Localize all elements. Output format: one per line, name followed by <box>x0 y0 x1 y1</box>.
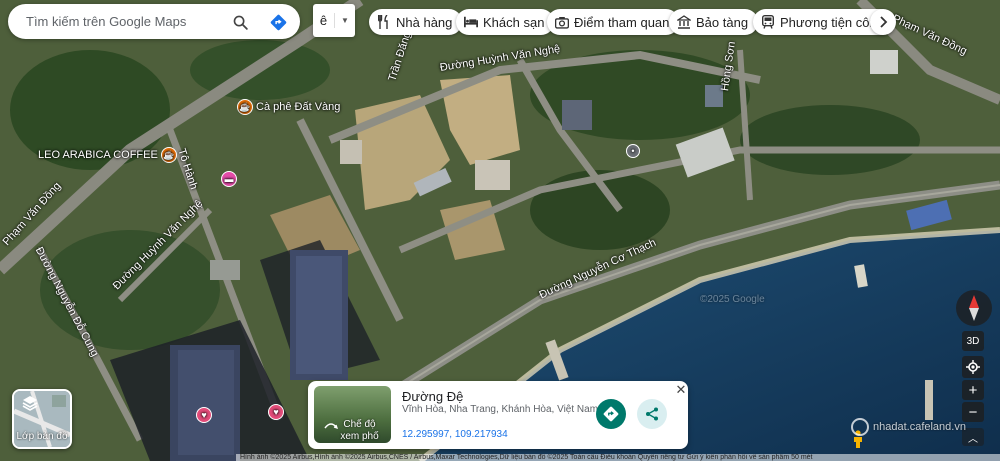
chip-label: Bảo tàng <box>696 14 749 30</box>
chip-label: Khách sạn <box>483 14 545 30</box>
view-3d-button[interactable]: 3D <box>962 331 984 351</box>
bed-icon <box>464 15 478 29</box>
coffee-icon: ☕ <box>160 147 177 163</box>
layers-icon <box>22 395 38 416</box>
chip-label: Điểm tham quan <box>574 14 670 30</box>
fork-knife-icon <box>377 15 391 29</box>
share-icon <box>646 407 658 421</box>
zoom-in-button[interactable]: + <box>962 380 984 400</box>
chevron-down-icon[interactable]: ▼ <box>335 16 355 25</box>
camera-icon <box>555 15 569 29</box>
street-view-label: Chế độ xem phố <box>314 419 391 443</box>
attribution-bar: Hình ảnh ©2025 Airbus,Hình ảnh ©2025 Air… <box>236 454 1000 461</box>
layers-label: Lớp bản đồ <box>16 431 68 442</box>
share-button[interactable] <box>637 399 667 429</box>
layers-button[interactable]: Lớp bản đồ <box>12 389 72 449</box>
search-input[interactable] <box>26 14 216 29</box>
input-tools-button[interactable]: ê ▼ <box>313 4 355 37</box>
heart-icon: ♥ <box>196 407 212 423</box>
poi-place-pin[interactable]: • <box>626 144 640 158</box>
directions-button[interactable] <box>596 399 626 429</box>
poi-heart-2[interactable]: ♥ <box>268 404 284 420</box>
directions-icon[interactable] <box>268 12 288 32</box>
street-view-label-line2: xem phố <box>340 431 379 442</box>
poi-heart-1[interactable]: ♥ <box>196 407 212 423</box>
search-icon[interactable] <box>230 12 250 32</box>
imagery-watermark: ©2025 Google <box>700 294 765 305</box>
location-pin-icon: • <box>626 144 640 158</box>
museum-icon <box>677 15 691 29</box>
chip-restaurants[interactable]: Nhà hàng <box>369 9 463 35</box>
transit-icon <box>761 15 775 29</box>
poi-label: LEO ARABICA COFFEE <box>38 149 158 161</box>
input-tools-letter: ê <box>313 13 335 28</box>
chip-label: Nhà hàng <box>396 14 453 30</box>
bed-icon: ▬ <box>221 171 237 187</box>
poi-leo-arabica[interactable]: LEO ARABICA COFFEE ☕ <box>38 147 177 163</box>
chip-label: Phương tiện công <box>780 14 884 30</box>
my-location-button[interactable] <box>962 356 984 378</box>
place-coordinates[interactable]: 12.295997, 109.217934 <box>402 429 508 440</box>
poi-label: Cà phê Đất Vàng <box>256 101 341 113</box>
compass-icon <box>969 295 979 321</box>
close-icon[interactable]: ✕ <box>674 383 688 397</box>
chip-attractions[interactable]: Điểm tham quan <box>547 9 680 35</box>
coffee-icon: ☕ <box>237 99 253 115</box>
street-view-thumbnail[interactable]: Chế độ xem phố <box>314 386 391 443</box>
place-title: Đường Đệ <box>402 389 464 404</box>
poi-cafe-dat-vang[interactable]: ☕ Cà phê Đất Vàng <box>237 99 340 115</box>
heart-icon: ♥ <box>268 404 284 420</box>
chip-museums[interactable]: Bảo tàng <box>669 9 759 35</box>
chevron-right-icon[interactable] <box>870 9 896 35</box>
place-card: Chế độ xem phố Đường Đệ Vĩnh Hòa, Nha Tr… <box>308 381 688 449</box>
site-watermark: nhadat.cafeland.vn <box>851 418 966 436</box>
place-address: Vĩnh Hòa, Nha Trang, Khánh Hòa, Việt Nam <box>402 404 599 415</box>
compass-button[interactable] <box>956 290 992 326</box>
my-location-icon <box>966 360 980 374</box>
chip-hotels[interactable]: Khách sạn <box>456 9 555 35</box>
directions-icon <box>603 406 619 422</box>
watermark-logo-icon <box>851 418 869 436</box>
search-box[interactable] <box>8 4 300 39</box>
poi-hotel[interactable]: ▬ <box>221 171 237 187</box>
watermark-text: nhadat.cafeland.vn <box>873 421 966 433</box>
street-view-label-line1: Chế độ <box>343 419 376 430</box>
